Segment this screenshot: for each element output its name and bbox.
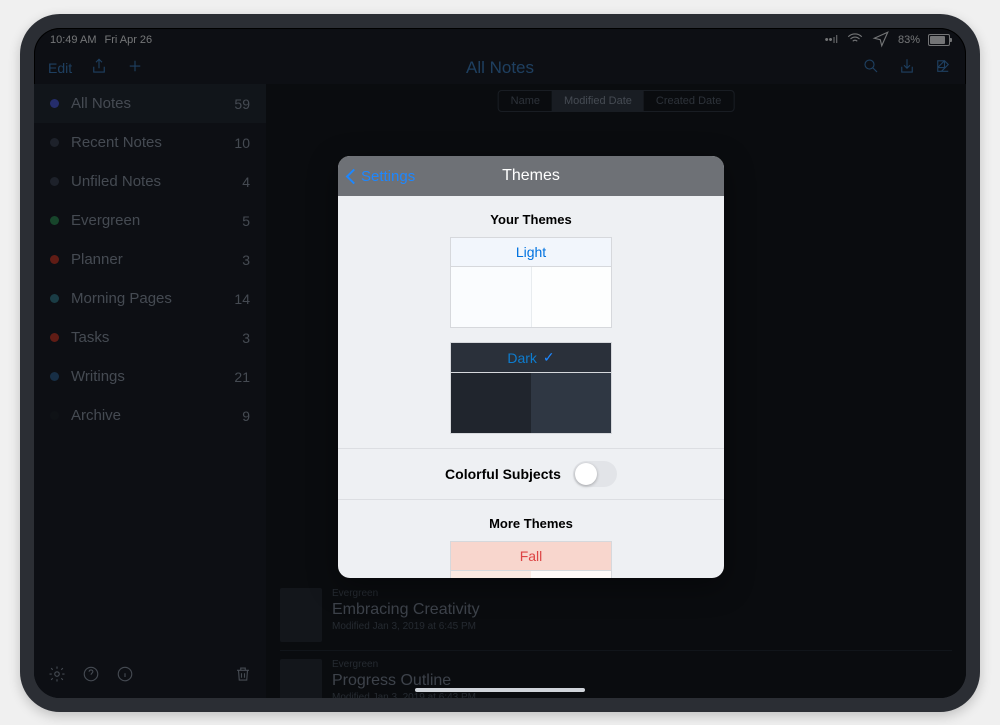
back-label: Settings (361, 168, 415, 185)
colorful-subjects-label: Colorful Subjects (445, 466, 561, 482)
colorful-subjects-row: Colorful Subjects (338, 448, 724, 500)
popover-title: Themes (502, 167, 560, 185)
theme-card-dark[interactable]: Dark ✓ (450, 342, 612, 434)
back-button[interactable]: Settings (348, 168, 415, 185)
popover-navbar: Settings Themes (338, 156, 724, 196)
theme-card-fall[interactable]: Fall (450, 541, 612, 578)
checkmark-icon: ✓ (543, 349, 555, 366)
home-indicator[interactable] (415, 688, 585, 692)
section-more-themes: More Themes (338, 516, 724, 531)
chevron-back-icon (346, 168, 362, 184)
ipad-frame: •• 10:49 AM Fri Apr 26 ••ıl 83% (20, 14, 980, 712)
themes-popover: Settings Themes Your Themes Light Dark ✓ (338, 156, 724, 578)
theme-label-fall: Fall (520, 548, 543, 564)
section-your-themes: Your Themes (338, 212, 724, 227)
colorful-subjects-switch[interactable] (573, 461, 617, 487)
screen: 10:49 AM Fri Apr 26 ••ıl 83% (34, 28, 966, 698)
theme-label-light: Light (516, 244, 546, 260)
theme-label-dark: Dark (507, 350, 537, 366)
theme-card-light[interactable]: Light (450, 237, 612, 328)
